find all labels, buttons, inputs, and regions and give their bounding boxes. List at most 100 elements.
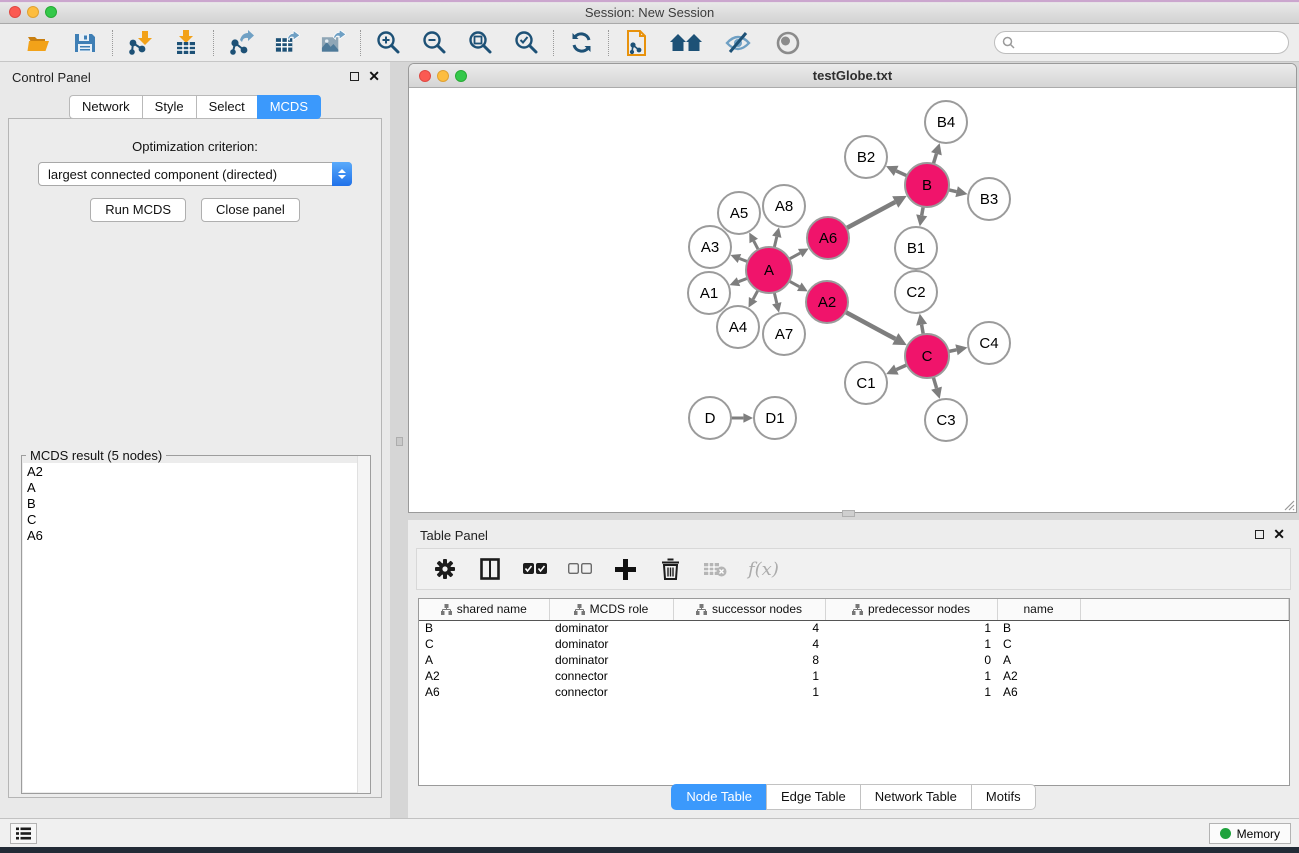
tab-motifs[interactable]: Motifs (971, 784, 1036, 810)
table-cell[interactable]: connector (549, 668, 673, 684)
table-cell[interactable]: A (997, 652, 1080, 668)
close-panel-button[interactable]: Close panel (201, 198, 300, 222)
graph-node-A5[interactable]: A5 (718, 192, 760, 234)
table-cell[interactable]: A2 (419, 668, 549, 684)
float-table-panel-icon[interactable] (1255, 530, 1264, 539)
graph-edge-B-B1[interactable] (916, 207, 927, 227)
table-cell[interactable]: connector (549, 684, 673, 700)
close-table-panel-icon[interactable]: ✕ (1273, 529, 1285, 539)
graph-node-B2[interactable]: B2 (845, 136, 887, 178)
graph-edge-B-B4[interactable] (931, 143, 942, 164)
columns-icon[interactable] (478, 557, 502, 581)
table-cell[interactable]: 1 (673, 684, 825, 700)
clipboard-network-icon[interactable] (623, 30, 649, 56)
horizontal-splitter-handle[interactable] (842, 510, 855, 517)
graph-edge-A-A8[interactable] (772, 227, 781, 247)
result-list-scrollbar[interactable] (357, 456, 370, 793)
graph-node-B[interactable]: B (905, 163, 949, 207)
run-mcds-button[interactable]: Run MCDS (90, 198, 186, 222)
graph-edge-C-C1[interactable] (886, 364, 907, 374)
table-cell[interactable]: 1 (825, 620, 997, 636)
search-box[interactable] (994, 31, 1289, 54)
export-network-icon[interactable] (228, 30, 254, 56)
zoom-out-icon[interactable] (421, 30, 447, 56)
graph-node-A6[interactable]: A6 (807, 217, 849, 259)
tab-select[interactable]: Select (196, 95, 257, 119)
function-builder-icon[interactable]: f(x) (748, 559, 779, 580)
graph-edge-A-A6[interactable] (789, 248, 808, 259)
memory-button[interactable]: Memory (1209, 823, 1291, 844)
import-table-icon[interactable] (173, 30, 199, 56)
table-row[interactable]: Bdominator41B (419, 620, 1289, 636)
tab-node-table[interactable]: Node Table (671, 784, 766, 810)
table-cell[interactable]: C (419, 636, 549, 652)
zoom-fit-icon[interactable] (467, 30, 493, 56)
table-row[interactable]: A2connector11A2 (419, 668, 1289, 684)
select-all-icon[interactable] (523, 557, 547, 581)
table-cell[interactable]: 1 (825, 684, 997, 700)
graph-node-C2[interactable]: C2 (895, 271, 937, 313)
delete-column-icon[interactable] (658, 557, 682, 581)
vertical-splitter-handle[interactable] (396, 437, 403, 446)
zoom-in-icon[interactable] (375, 30, 401, 56)
graph-node-A[interactable]: A (746, 247, 792, 293)
gear-icon[interactable] (433, 557, 457, 581)
task-history-button[interactable] (10, 823, 37, 844)
criterion-select[interactable]: largest connected component (directed) (38, 162, 352, 186)
graph-edge-C-C2[interactable] (916, 314, 927, 335)
table-cell[interactable]: 1 (825, 668, 997, 684)
open-session-icon[interactable] (26, 30, 52, 56)
network-canvas[interactable]: B4B2BB3A5A8A6B1A3AC2A1A2A4A7C4CC1C3DD1 (409, 89, 1296, 512)
result-list-item[interactable]: A6 (23, 527, 369, 543)
graph-edge-C-C3[interactable] (931, 377, 942, 399)
add-column-icon[interactable] (613, 557, 637, 581)
table-cell[interactable]: B (419, 620, 549, 636)
result-list-item[interactable]: A (23, 479, 369, 495)
graph-node-A1[interactable]: A1 (688, 272, 730, 314)
network-window-titlebar[interactable]: testGlobe.txt (409, 64, 1296, 88)
table-row[interactable]: Cdominator41C (419, 636, 1289, 652)
column-header-successor-nodes[interactable]: successor nodes (673, 599, 825, 620)
table-cell[interactable]: dominator (549, 636, 673, 652)
resize-grip-icon[interactable] (1281, 497, 1295, 511)
tab-network[interactable]: Network (69, 95, 142, 119)
tab-network-table[interactable]: Network Table (860, 784, 971, 810)
graph-node-A4[interactable]: A4 (717, 306, 759, 348)
graph-node-B4[interactable]: B4 (925, 101, 967, 143)
graph-edge-D-D1[interactable] (731, 413, 753, 423)
table-cell[interactable]: 8 (673, 652, 825, 668)
import-network-icon[interactable] (127, 30, 153, 56)
export-table-icon[interactable] (274, 30, 300, 56)
graph-edge-A-A5[interactable] (749, 232, 758, 249)
graph-node-D1[interactable]: D1 (754, 397, 796, 439)
graph-edge-A-A7[interactable] (772, 292, 781, 312)
table-cell[interactable]: 4 (673, 620, 825, 636)
graph-node-C3[interactable]: C3 (925, 399, 967, 441)
graph-node-B3[interactable]: B3 (968, 178, 1010, 220)
table-row[interactable]: Adominator80A (419, 652, 1289, 668)
table-cell[interactable]: C (997, 636, 1080, 652)
tab-style[interactable]: Style (142, 95, 196, 119)
graph-node-A7[interactable]: A7 (763, 313, 805, 355)
column-header-shared-name[interactable]: shared name (419, 599, 549, 620)
graph-edge-A-A4[interactable] (749, 290, 759, 307)
graph-edge-A-A3[interactable] (730, 254, 747, 263)
delete-table-icon[interactable] (703, 557, 727, 581)
result-list-item[interactable]: B (23, 495, 369, 511)
column-header-MCDS-role[interactable]: MCDS role (549, 599, 673, 620)
result-list-item[interactable]: C (23, 511, 369, 527)
graph-node-A3[interactable]: A3 (689, 226, 731, 268)
graph-node-C1[interactable]: C1 (845, 362, 887, 404)
table-cell[interactable]: 1 (825, 636, 997, 652)
close-panel-icon[interactable]: ✕ (368, 71, 380, 81)
table-cell[interactable]: A6 (419, 684, 549, 700)
zoom-selected-icon[interactable] (513, 30, 539, 56)
table-cell[interactable]: A6 (997, 684, 1080, 700)
refresh-icon[interactable] (568, 30, 594, 56)
float-panel-icon[interactable] (350, 72, 359, 81)
hide-details-icon[interactable] (723, 30, 753, 56)
table-cell[interactable]: 4 (673, 636, 825, 652)
table-cell[interactable]: A (419, 652, 549, 668)
search-input[interactable] (1020, 34, 1288, 52)
graph-edge-A-A1[interactable] (730, 277, 748, 286)
